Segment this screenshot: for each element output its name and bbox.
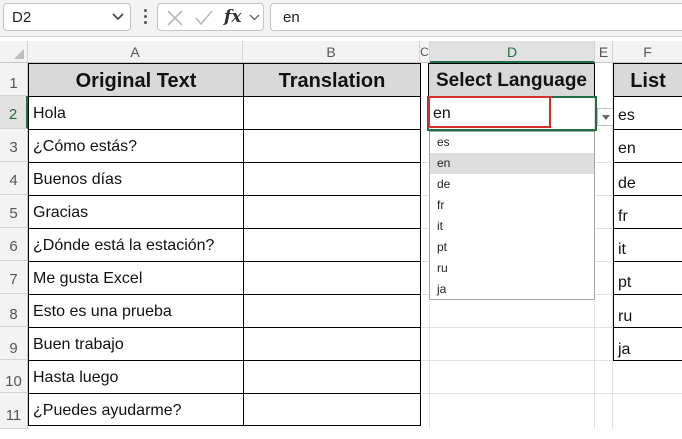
cell-b10[interactable] <box>243 360 421 394</box>
chevron-down-icon[interactable] <box>249 13 260 22</box>
active-cell-outline <box>427 96 597 131</box>
row-header-11[interactable]: 11 <box>0 393 28 429</box>
cell-f7[interactable]: pt <box>613 261 682 295</box>
cell-f5[interactable]: fr <box>613 195 682 229</box>
column-header-b[interactable]: B <box>243 41 420 63</box>
cell-a10[interactable]: Hasta luego <box>28 360 244 394</box>
more-vertical-icon[interactable] <box>140 9 150 27</box>
cell-f3[interactable]: en <box>613 129 682 163</box>
cell-b6[interactable] <box>243 228 421 262</box>
row-header-2[interactable]: 2 <box>0 96 28 129</box>
formula-bar: D2 fx en <box>0 0 682 37</box>
cell-a3[interactable]: ¿Cómo estás? <box>28 129 244 163</box>
dropdown-option-pt[interactable]: pt <box>430 237 594 258</box>
cell-f6[interactable]: it <box>613 228 682 262</box>
name-box[interactable]: D2 <box>3 3 131 31</box>
formula-input[interactable]: en <box>270 3 682 31</box>
formula-buttons: fx <box>157 3 264 31</box>
header-select-language[interactable]: Select Language <box>428 63 595 97</box>
cell-f9[interactable]: ja <box>613 327 682 361</box>
row-header-8[interactable]: 8 <box>0 294 28 327</box>
row-header-7[interactable]: 7 <box>0 261 28 294</box>
cell-f2[interactable]: es <box>613 96 682 130</box>
column-header-f[interactable]: F <box>613 41 682 63</box>
cell-a8[interactable]: Esto es una prueba <box>28 294 244 328</box>
row-header-5[interactable]: 5 <box>0 195 28 228</box>
row-header-9[interactable]: 9 <box>0 327 28 360</box>
row-header-1[interactable]: 1 <box>0 63 28 96</box>
cell-a7[interactable]: Me gusta Excel <box>28 261 244 295</box>
header-original-text[interactable]: Original Text <box>28 63 244 97</box>
row-header-4[interactable]: 4 <box>0 162 28 195</box>
cell-a5[interactable]: Gracias <box>28 195 244 229</box>
cell-a9[interactable]: Buen trabajo <box>28 327 244 361</box>
chevron-down-icon <box>602 115 610 120</box>
column-header-d[interactable]: D <box>430 41 595 63</box>
dropdown-option-ru[interactable]: ru <box>430 258 594 279</box>
cell-b2[interactable] <box>243 96 421 130</box>
column-header-e[interactable]: E <box>595 41 613 63</box>
row-header-3[interactable]: 3 <box>0 129 28 162</box>
formula-value: en <box>283 9 300 26</box>
cell-a11[interactable]: ¿Puedes ayudarme? <box>28 393 244 426</box>
cell-b3[interactable] <box>243 129 421 163</box>
dropdown-option-en[interactable]: en <box>430 153 594 174</box>
cancel-x-icon[interactable] <box>166 9 184 27</box>
confirm-check-icon[interactable] <box>194 9 214 27</box>
cell-b7[interactable] <box>243 261 421 295</box>
row-header-10[interactable]: 10 <box>0 360 28 393</box>
cell-b4[interactable] <box>243 162 421 196</box>
select-all-corner[interactable] <box>0 41 28 63</box>
cell-b9[interactable] <box>243 327 421 361</box>
dropdown-option-fr[interactable]: fr <box>430 195 594 216</box>
fx-icon[interactable]: fx <box>224 7 241 27</box>
cell-f8[interactable]: ru <box>613 294 682 328</box>
row-header-6[interactable]: 6 <box>0 228 28 261</box>
header-translation[interactable]: Translation <box>243 63 421 97</box>
cell-b5[interactable] <box>243 195 421 229</box>
dropdown-arrow-button[interactable] <box>597 108 614 126</box>
dropdown-option-de[interactable]: de <box>430 174 594 195</box>
cell-a4[interactable]: Buenos días <box>28 162 244 196</box>
cell-b8[interactable] <box>243 294 421 328</box>
cell-a6[interactable]: ¿Dónde está la estación? <box>28 228 244 262</box>
dropdown-option-it[interactable]: it <box>430 216 594 237</box>
name-box-value: D2 <box>12 9 32 26</box>
column-header-a[interactable]: A <box>28 41 243 63</box>
dropdown-list: es en de fr it pt ru ja <box>429 131 595 300</box>
cell-b11[interactable] <box>243 393 421 426</box>
header-list[interactable]: List <box>613 63 682 97</box>
cell-a2[interactable]: Hola <box>28 96 244 130</box>
chevron-down-icon[interactable] <box>112 12 124 22</box>
cell-f4[interactable]: de <box>613 162 682 196</box>
dropdown-option-es[interactable]: es <box>430 132 594 153</box>
dropdown-option-ja[interactable]: ja <box>430 279 594 300</box>
column-header-c[interactable]: C <box>420 41 430 63</box>
